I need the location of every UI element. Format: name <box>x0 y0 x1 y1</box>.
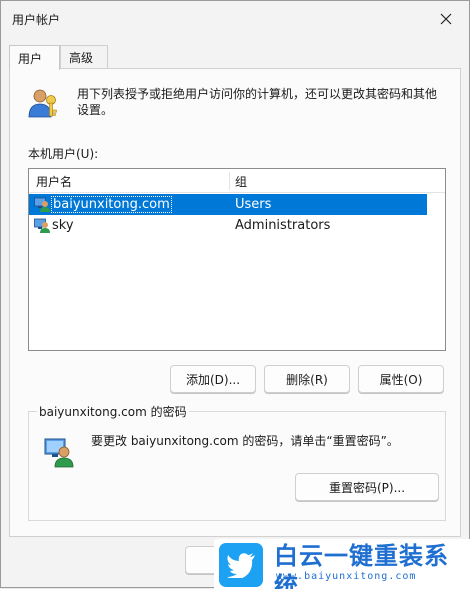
user-list[interactable]: 用户名 组 baiyunxitong.com Users sky Adminis… <box>28 168 446 351</box>
local-users-label: 本机用户(U): <box>28 147 99 161</box>
column-separator[interactable] <box>229 172 230 190</box>
user-group: Users <box>235 197 272 212</box>
password-instructions: 要更改 baiyunxitong.com 的密码，请单击“重置密码”。 <box>91 434 399 448</box>
close-icon <box>440 13 452 25</box>
reset-password-button[interactable]: 重置密码(P)... <box>295 473 439 501</box>
window-title: 用户帐户 <box>12 13 61 27</box>
user-name: sky <box>52 218 74 233</box>
properties-button[interactable]: 属性(O) <box>358 365 444 393</box>
tab-users-label: 用户 <box>18 51 43 66</box>
user-name: baiyunxitong.com <box>51 196 172 213</box>
watermark-logo: 白云一键重装系统 www.baiyunxitong.com <box>214 539 470 589</box>
bird-logo-icon <box>219 543 263 587</box>
intro-text: 用下列表授予或拒绝用户访问你的计算机，还可以更改其密码和其他设置。 <box>77 87 438 117</box>
add-user-button[interactable]: 添加(D)... <box>170 365 256 393</box>
close-button[interactable] <box>423 1 469 37</box>
user-password-icon <box>44 438 74 468</box>
users-tab-panel: 用下列表授予或拒绝用户访问你的计算机，还可以更改其密码和其他设置。 本机用户(U… <box>9 68 461 537</box>
list-header: 用户名 组 <box>29 169 445 193</box>
user-accounts-dialog: 用户帐户 用户 高级 用下列表授予或拒绝用户访问你的计算机，还可以更改其密码和其… <box>0 0 470 589</box>
password-group-title: baiyunxitong.com 的密码 <box>37 403 189 420</box>
user-icon <box>34 218 50 233</box>
tab-advanced[interactable]: 高级 <box>60 45 108 69</box>
tab-users[interactable]: 用户 <box>9 45 60 70</box>
user-row-baiyunxitong[interactable]: baiyunxitong.com Users <box>29 194 427 215</box>
title-bar[interactable]: 用户帐户 <box>1 1 469 37</box>
remove-user-button[interactable]: 删除(R) <box>264 365 350 393</box>
user-group: Administrators <box>235 218 331 233</box>
column-header-group[interactable]: 组 <box>235 169 247 193</box>
user-icon <box>34 197 50 212</box>
tab-advanced-label: 高级 <box>69 51 94 65</box>
password-group: baiyunxitong.com 的密码 要更改 baiyunxitong.co… <box>28 403 446 521</box>
column-header-username[interactable]: 用户名 <box>36 169 72 193</box>
user-row-sky[interactable]: sky Administrators <box>29 215 427 236</box>
watermark-url: www.baiyunxitong.com <box>276 571 417 582</box>
users-key-icon <box>28 89 57 118</box>
